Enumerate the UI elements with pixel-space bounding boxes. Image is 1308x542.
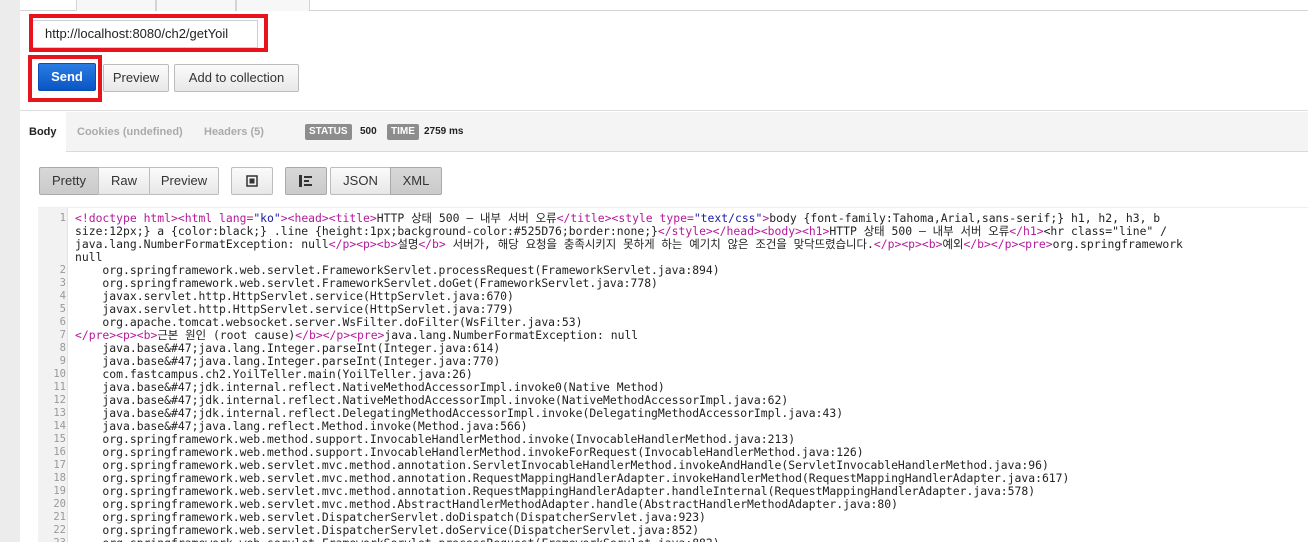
request-tab[interactable] — [236, 0, 310, 11]
tab-body[interactable]: Body — [20, 112, 66, 153]
time-value: 2759 ms — [424, 126, 464, 137]
line-number: 11 — [53, 381, 66, 393]
request-tab-strip — [20, 0, 1308, 11]
view-preview-button[interactable]: Preview — [149, 167, 219, 195]
code-line: 23 org.springframework.web.servlet.Frame… — [38, 537, 1308, 542]
line-number: 17 — [53, 459, 66, 471]
line-number: 3 — [59, 277, 66, 289]
line-number: 13 — [53, 407, 66, 419]
line-number: 8 — [59, 342, 66, 354]
left-gutter — [0, 0, 20, 542]
line-number: 18 — [53, 472, 66, 484]
line-number: 19 — [53, 485, 66, 497]
line-number: 12 — [53, 394, 66, 406]
line-number: 4 — [59, 290, 66, 302]
send-button[interactable]: Send — [38, 63, 96, 91]
code-text: java.lang.NumberFormatException: null</p… — [75, 237, 1183, 251]
code-line: java.lang.NumberFormatException: null</p… — [38, 238, 1308, 251]
response-body-editor[interactable]: 1 <!doctype html><html lang="ko"><head><t… — [38, 207, 1308, 542]
request-tab[interactable] — [156, 0, 236, 11]
line-number: 6 — [59, 316, 66, 328]
line-number: 2 — [59, 264, 66, 276]
line-number: 10 — [53, 368, 66, 380]
add-to-collection-button[interactable]: Add to collection — [174, 64, 299, 92]
line-number: 1 — [59, 212, 66, 224]
fullscreen-icon — [246, 175, 258, 187]
line-number: 9 — [59, 355, 66, 367]
url-input[interactable]: http://localhost:8080/ch2/getYoil — [32, 20, 258, 48]
status-value: 500 — [360, 126, 377, 137]
line-number: 16 — [53, 446, 66, 458]
line-number: 5 — [59, 303, 66, 315]
request-tab[interactable] — [76, 0, 156, 11]
request-actions: Send Preview Add to collection — [20, 51, 1308, 111]
line-number: 15 — [53, 433, 66, 445]
line-number: 21 — [53, 511, 66, 523]
status-badge: STATUS — [305, 124, 352, 140]
time-badge: TIME — [387, 124, 419, 140]
line-number: 23 — [38, 537, 66, 542]
view-pretty-button[interactable]: Pretty — [39, 167, 99, 195]
format-xml-button[interactable]: XML — [390, 167, 442, 195]
tab-headers[interactable]: Headers (5) — [204, 112, 274, 152]
fullscreen-button[interactable] — [231, 167, 273, 195]
line-number: 20 — [53, 498, 66, 510]
url-bar: http://localhost:8080/ch2/getYoil — [20, 11, 1308, 51]
view-raw-button[interactable]: Raw — [98, 167, 150, 195]
response-tabs: Body Cookies (undefined) Headers (5) STA… — [20, 112, 1308, 153]
line-number: 22 — [53, 524, 66, 536]
code-text: org.springframework.web.servlet.Framewor… — [75, 537, 719, 542]
preview-button[interactable]: Preview — [103, 64, 169, 92]
wrap-lines-icon — [299, 175, 312, 187]
tab-cookies[interactable]: Cookies (undefined) — [77, 112, 197, 152]
response-view-toolbar: Pretty Raw Preview JSON XML — [20, 153, 1308, 203]
format-json-button[interactable]: JSON — [330, 167, 391, 195]
line-number: 7 — [59, 329, 66, 341]
line-number: 14 — [53, 420, 66, 432]
wrap-lines-button[interactable] — [285, 167, 327, 195]
